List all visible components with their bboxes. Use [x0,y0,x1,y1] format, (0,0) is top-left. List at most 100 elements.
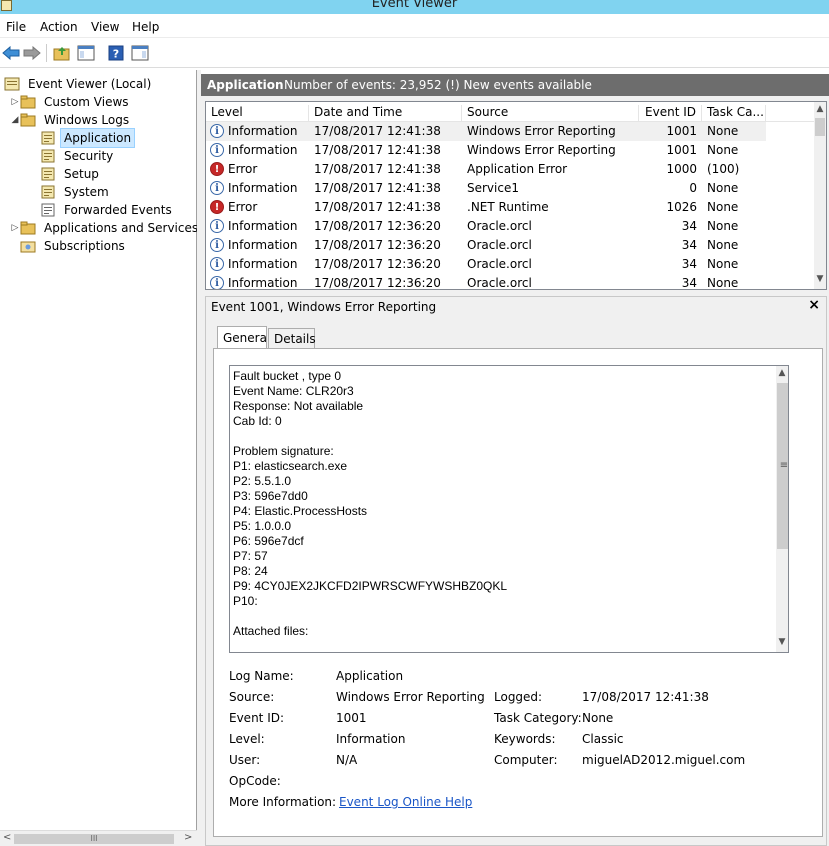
tree-item-system[interactable]: System [40,183,113,201]
show-hide-action-pane-button[interactable] [129,42,151,64]
column-date-time[interactable]: Date and Time [309,105,462,121]
tree-item-applications-and-services[interactable]: ▷ Applications and Services Lo [10,219,220,237]
tree-item-security[interactable]: Security [40,147,117,165]
description-scrollbar[interactable]: ▲ ≡ ▼ [776,366,788,652]
expand-icon[interactable]: ▷ [10,93,20,111]
back-button[interactable] [0,42,22,64]
folder-up-icon [53,47,70,61]
help-button[interactable]: ? [105,42,127,64]
forward-button[interactable] [21,42,43,64]
event-level: Information [228,124,298,138]
computer-value: miguelAD2012.miguel.com [582,753,746,767]
tree-item-custom-views[interactable]: ▷ Custom Views [10,93,133,111]
event-datetime: 17/08/2017 12:41:38 [314,143,441,157]
event-row[interactable]: i Information 17/08/2017 12:41:38 Window… [206,141,766,160]
event-log-online-help-link[interactable]: Event Log Online Help [339,795,472,809]
menu-view[interactable]: View [91,20,119,34]
menu-bar: File Action View Help [0,14,829,38]
event-datetime: 17/08/2017 12:36:20 [314,219,441,233]
event-level: Information [228,257,298,271]
log-header: Application Number of events: 23,952 (!)… [201,74,829,96]
event-level: Information [228,276,298,290]
grid-vertical-scrollbar[interactable]: ▲ ▼ [814,102,826,289]
event-datetime: 17/08/2017 12:36:20 [314,257,441,271]
show-hide-tree-icon [77,45,95,61]
up-one-level-button[interactable] [51,42,73,64]
event-task: None [707,219,739,233]
forward-arrow-icon [23,46,41,60]
scroll-down-icon[interactable]: ▼ [814,274,826,284]
log-icon [41,131,55,145]
information-icon: i [210,238,224,252]
event-id: 1000 [666,162,697,176]
scroll-up-icon[interactable]: ▲ [776,368,788,378]
tree-label: Custom Views [44,95,129,109]
event-task: None [707,276,739,290]
collapse-icon[interactable]: ◢ [10,111,20,129]
menu-action[interactable]: Action [40,20,78,34]
event-row[interactable]: i Information 17/08/2017 12:36:20 Oracle… [206,255,766,274]
expand-icon[interactable]: ▷ [10,219,20,237]
event-task: None [707,238,739,252]
task-category-label: Task Category: [494,711,582,725]
event-datetime: 17/08/2017 12:36:20 [314,276,441,290]
menu-help[interactable]: Help [132,20,159,34]
event-id: 0 [689,181,697,195]
tree-label: System [64,185,109,199]
information-icon: i [210,143,224,157]
event-description: Fault bucket , type 0 Event Name: CLR20r… [233,369,508,638]
show-hide-tree-button[interactable] [75,42,97,64]
event-row[interactable]: i Information 17/08/2017 12:36:20 Oracle… [206,236,766,255]
tree-item-forwarded-events[interactable]: Forwarded Events [40,201,176,219]
event-description-box[interactable]: Fault bucket , type 0 Event Name: CLR20r… [229,365,789,653]
column-event-id[interactable]: Event ID [639,105,702,121]
tree-item-windows-logs[interactable]: ◢ Windows Logs [10,111,133,129]
folder-icon [20,95,36,109]
column-task-category[interactable]: Task Ca... [702,105,766,121]
event-id: 1001 [666,143,697,157]
level-value: Information [336,732,406,746]
event-level: Information [228,238,298,252]
information-icon: i [210,257,224,271]
scroll-left-icon[interactable]: < [3,832,11,843]
tree-root-event-viewer[interactable]: Event Viewer (Local) [4,75,155,93]
event-level: Error [228,162,258,176]
scroll-thumb[interactable]: ≡ [777,383,788,549]
event-row[interactable]: i Information 17/08/2017 12:36:20 Oracle… [206,274,766,290]
event-datetime: 17/08/2017 12:36:20 [314,238,441,252]
tree-label: Application [60,128,136,148]
event-id-label: Event ID: [229,711,285,725]
tab-details[interactable]: Details [268,328,316,350]
event-row[interactable]: i Information 17/08/2017 12:36:20 Oracle… [206,217,766,236]
event-row[interactable]: i Information 17/08/2017 12:41:38 Servic… [206,179,766,198]
column-source[interactable]: Source [462,105,639,121]
log-icon [41,167,55,181]
column-level[interactable]: Level [206,105,309,121]
tab-general[interactable]: General [217,326,270,349]
show-hide-action-pane-icon [131,45,149,61]
toolbar: ? [0,38,829,68]
source-value: Windows Error Reporting [336,690,485,704]
menu-file[interactable]: File [6,20,26,34]
tree-item-application[interactable]: Application [40,128,136,148]
scroll-right-icon[interactable]: > [184,832,192,843]
event-id-value: 1001 [336,711,367,725]
event-row[interactable]: ! Error 17/08/2017 12:41:38 .NET Runtime… [206,198,766,217]
scroll-thumb[interactable]: III [14,834,174,844]
scroll-down-icon[interactable]: ▼ [776,637,788,647]
log-icon [41,203,55,217]
tree-item-setup[interactable]: Setup [40,165,103,183]
event-row[interactable]: ! Error 17/08/2017 12:41:38 Application … [206,160,766,179]
logged-value: 17/08/2017 12:41:38 [582,690,709,704]
log-name-title: Application [207,78,284,92]
scroll-up-icon[interactable]: ▲ [814,104,826,114]
tree-horizontal-scrollbar[interactable]: < III > [0,830,197,846]
back-arrow-icon [2,46,20,60]
scroll-thumb[interactable] [815,118,825,136]
event-source: Oracle.orcl [467,276,532,290]
tree-item-subscriptions[interactable]: Subscriptions [20,237,129,255]
event-row[interactable]: i Information 17/08/2017 12:41:38 Window… [206,122,766,141]
event-id: 34 [681,238,697,252]
close-icon[interactable]: × [808,297,820,313]
event-source: Service1 [467,181,519,195]
